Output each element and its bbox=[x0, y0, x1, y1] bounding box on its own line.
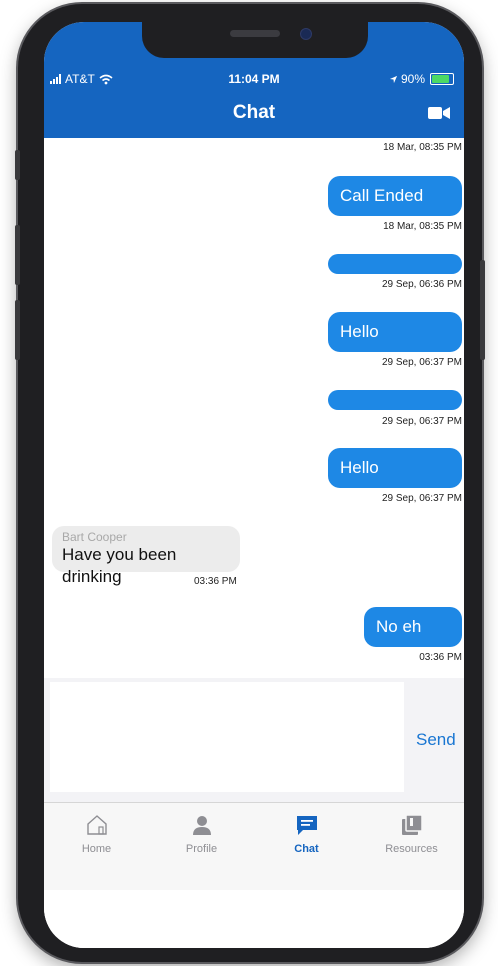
page-title: Chat bbox=[232, 102, 276, 123]
power-button bbox=[480, 260, 485, 360]
message-bubble-incoming[interactable]: Bart Cooper Have you been drinking bbox=[52, 526, 240, 586]
message-bubble-outgoing[interactable]: Call Ended bbox=[328, 176, 462, 216]
home-icon bbox=[86, 815, 107, 835]
message-timestamp: 18 Mar, 08:35 PM bbox=[383, 221, 462, 232]
message-timestamp: 29 Sep, 06:37 PM bbox=[381, 416, 462, 427]
resources-icon bbox=[401, 814, 423, 835]
message-timestamp: 29 Sep, 06:37 PM bbox=[381, 493, 462, 504]
message-bubble-outgoing-empty[interactable] bbox=[328, 390, 462, 410]
message-list[interactable]: 18 Mar, 08:35 PM Call Ended 18 Mar, 08:3… bbox=[44, 138, 464, 674]
home-indicator-area bbox=[44, 890, 464, 948]
tab-chat[interactable]: Chat bbox=[254, 803, 359, 891]
mute-switch bbox=[15, 150, 20, 180]
status-bar: AT&T 11:04 PM 90% bbox=[44, 70, 464, 90]
tab-label: Resources bbox=[385, 843, 438, 855]
message-timestamp: 03:36 PM bbox=[419, 652, 462, 663]
chat-icon bbox=[296, 816, 317, 835]
tab-label: Chat bbox=[294, 843, 319, 855]
volume-up-button bbox=[15, 225, 20, 285]
battery-icon bbox=[430, 73, 454, 85]
message-input[interactable] bbox=[50, 682, 404, 792]
tab-label: Profile bbox=[185, 843, 218, 855]
tab-home[interactable]: Home bbox=[44, 803, 149, 891]
composer: Send bbox=[44, 678, 464, 802]
app-header: AT&T 11:04 PM 90% Chat bbox=[44, 22, 464, 138]
front-camera bbox=[300, 28, 312, 40]
notch bbox=[142, 22, 368, 58]
message-timestamp: 29 Sep, 06:36 PM bbox=[381, 279, 462, 290]
tab-label: Home bbox=[81, 843, 112, 855]
battery-percent: 90% bbox=[400, 72, 425, 86]
message-bubble-outgoing[interactable]: Hello bbox=[328, 448, 462, 488]
message-bubble-outgoing[interactable]: No eh bbox=[364, 607, 462, 647]
message-timestamp: 18 Mar, 08:35 PM bbox=[383, 142, 462, 153]
phone-screen: AT&T 11:04 PM 90% Chat 18 Mar, 08:35 PM … bbox=[44, 22, 464, 948]
message-timestamp: 03:36 PM bbox=[194, 576, 237, 587]
tab-bar: Home Profile Chat Resources bbox=[44, 802, 464, 891]
tab-profile[interactable]: Profile bbox=[149, 803, 254, 891]
send-button[interactable]: Send bbox=[416, 730, 456, 750]
video-call-icon[interactable] bbox=[428, 106, 450, 120]
status-right: 90% bbox=[389, 72, 454, 86]
tab-resources[interactable]: Resources bbox=[359, 803, 464, 891]
sender-name: Bart Cooper bbox=[62, 530, 127, 544]
message-timestamp: 29 Sep, 06:37 PM bbox=[381, 357, 462, 368]
message-bubble-outgoing-empty[interactable] bbox=[328, 254, 462, 274]
speaker bbox=[230, 30, 280, 37]
volume-down-button bbox=[15, 300, 20, 360]
message-bubble-outgoing[interactable]: Hello bbox=[328, 312, 462, 352]
location-arrow-icon bbox=[389, 75, 398, 83]
person-icon bbox=[192, 816, 211, 835]
